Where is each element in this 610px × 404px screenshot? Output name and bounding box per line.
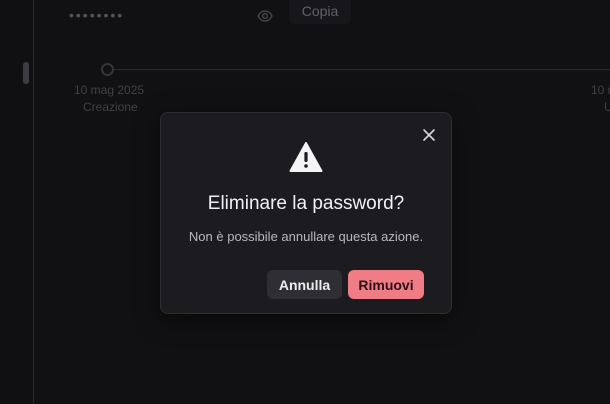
- timeline-line: [113, 69, 610, 70]
- close-icon[interactable]: [421, 127, 437, 143]
- dialog-message: Non è possibile annullare questa azione.: [188, 229, 424, 244]
- warning-icon: [289, 141, 323, 173]
- password-value: ••••••••: [69, 7, 125, 23]
- timeline-label: Creazione: [83, 100, 138, 114]
- delete-password-dialog: Eliminare la password? Non è possibile a…: [160, 112, 452, 314]
- left-sidebar: [0, 0, 34, 404]
- timeline-dot: [101, 63, 114, 76]
- remove-button[interactable]: Rimuovi: [348, 270, 424, 299]
- scrollbar-thumb[interactable]: [23, 62, 29, 84]
- timeline-date: 10 mag 2025: [74, 83, 145, 97]
- page: •••••••• Copia 10 mag 2025 Creazione 10 …: [0, 0, 610, 404]
- timeline-date: 10 r: [591, 83, 610, 97]
- copy-button[interactable]: Copia: [289, 0, 351, 24]
- dialog-title: Eliminare la password?: [207, 193, 405, 214]
- eye-icon[interactable]: [257, 8, 273, 24]
- cancel-button[interactable]: Annulla: [267, 270, 342, 299]
- timeline-label: U: [604, 100, 610, 114]
